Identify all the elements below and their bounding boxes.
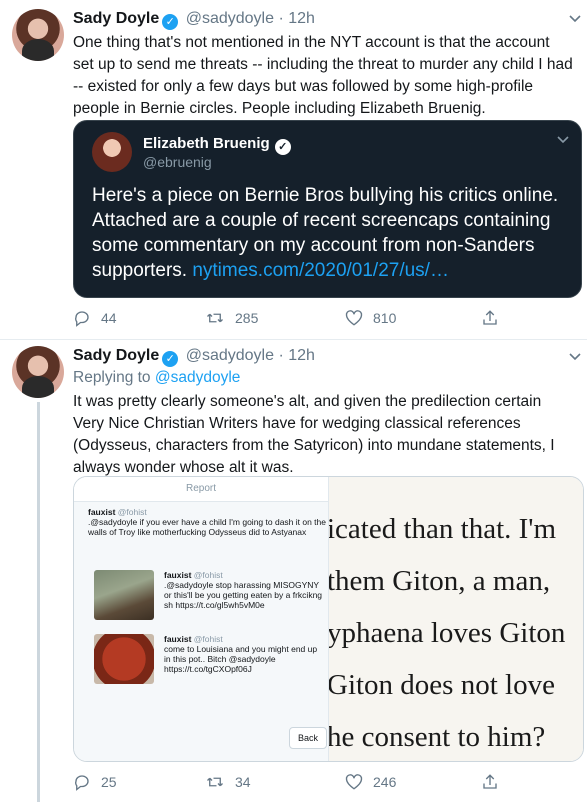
separator-dot: · [278,10,284,27]
author-handle[interactable]: @sadydoyle [186,347,274,364]
reply-count: 44 [101,310,117,326]
retweet-button[interactable]: 34 [205,771,251,793]
separator-dot: · [278,347,284,364]
author-handle[interactable]: @sadydoyle [186,10,274,27]
thread-line [37,402,40,802]
tweet-2[interactable]: Sady Doyle ✓ @sadydoyle · 12h Replying to… [0,340,587,802]
share-icon [483,310,497,325]
chevron-down-icon[interactable] [569,12,581,23]
verified-icon: ✓ [162,351,179,367]
author-name[interactable]: Sady Doyle [73,347,159,364]
like-count: 810 [373,310,397,326]
quoted-tweet[interactable]: Elizabeth Bruenig ✓ @ebruenig Here's a pi… [73,120,582,298]
screenshot-post: fauxist @fohist .@sadydoyle if you ever … [88,507,326,537]
retweet-icon [207,777,223,787]
quote-author-handle: @ebruenig [143,154,212,170]
book-text-line: icated than that. I'm [329,513,557,545]
tweet-header: Sady Doyle ✓ @sadydoyle · 12h [73,347,315,367]
retweet-icon [207,313,223,323]
like-count: 246 [373,774,397,790]
tweet-header: Sady Doyle ✓ @sadydoyle · 12h [73,10,315,30]
timestamp[interactable]: 12h [288,10,315,27]
report-label: Report [74,477,328,502]
book-text-line: he consent to him? [329,721,546,753]
screenshot-post: fauxist @fohist .@sadydoyle stop harassi… [164,570,323,610]
retweet-button[interactable]: 285 [205,307,258,329]
replying-to: Replying to @sadydoyle [73,369,241,386]
share-icon [483,774,497,789]
chevron-down-icon[interactable] [569,350,581,361]
action-bar: 25 34 246 [73,771,553,793]
tweet-text: One thing that's not mentioned in the NY… [73,34,573,117]
quote-avatar [92,132,132,172]
quote-author-name: Elizabeth Bruenig ✓ [143,135,294,155]
like-button[interactable]: 246 [345,771,396,793]
book-text-line: Giton does not love [329,669,555,701]
media-image[interactable]: Report fauxist @fohist .@sadydoyle if yo… [73,476,584,762]
quote-link[interactable]: nytimes.com/2020/01/27/us/… [192,260,449,281]
like-button[interactable]: 810 [345,307,396,329]
retweet-count: 285 [235,310,259,326]
reply-icon [75,311,89,327]
quote-text: Here's a piece on Bernie Bros bullying h… [92,185,559,281]
tweet-text: It was pretty clearly someone's alt, and… [73,393,555,476]
book-text-line: yphaena loves Giton [329,617,566,649]
reply-button[interactable]: 44 [73,307,117,329]
like-icon [345,774,363,790]
avatar[interactable] [12,346,64,398]
verified-icon: ✓ [162,14,179,30]
author-name[interactable]: Sady Doyle [73,10,159,27]
chevron-down-icon [557,133,569,147]
share-button[interactable] [481,771,509,793]
verified-icon: ✓ [274,139,291,155]
like-icon [345,310,363,326]
screenshot-post: fauxist @fohist come to Louisiana and yo… [164,634,318,674]
book-text-line: them Giton, a man, [329,565,551,597]
book-page-photo: icated than that. I'm them Giton, a man,… [329,477,583,761]
retweet-count: 34 [235,774,251,790]
screenshot-panel: Report fauxist @fohist .@sadydoyle if yo… [74,477,329,761]
screenshot-thumbnail [94,634,154,684]
tweet-1[interactable]: Sady Doyle ✓ @sadydoyle · 12h One thing t… [0,0,587,340]
back-button: Back [289,727,327,749]
avatar[interactable] [12,9,64,61]
action-bar: 44 285 810 [73,307,553,329]
reply-icon [75,775,89,791]
screenshot-thumbnail [94,570,154,620]
timestamp[interactable]: 12h [288,347,315,364]
reply-count: 25 [101,774,117,790]
replying-to-handle[interactable]: @sadydoyle [155,369,241,386]
share-button[interactable] [481,307,509,329]
reply-button[interactable]: 25 [73,771,117,793]
